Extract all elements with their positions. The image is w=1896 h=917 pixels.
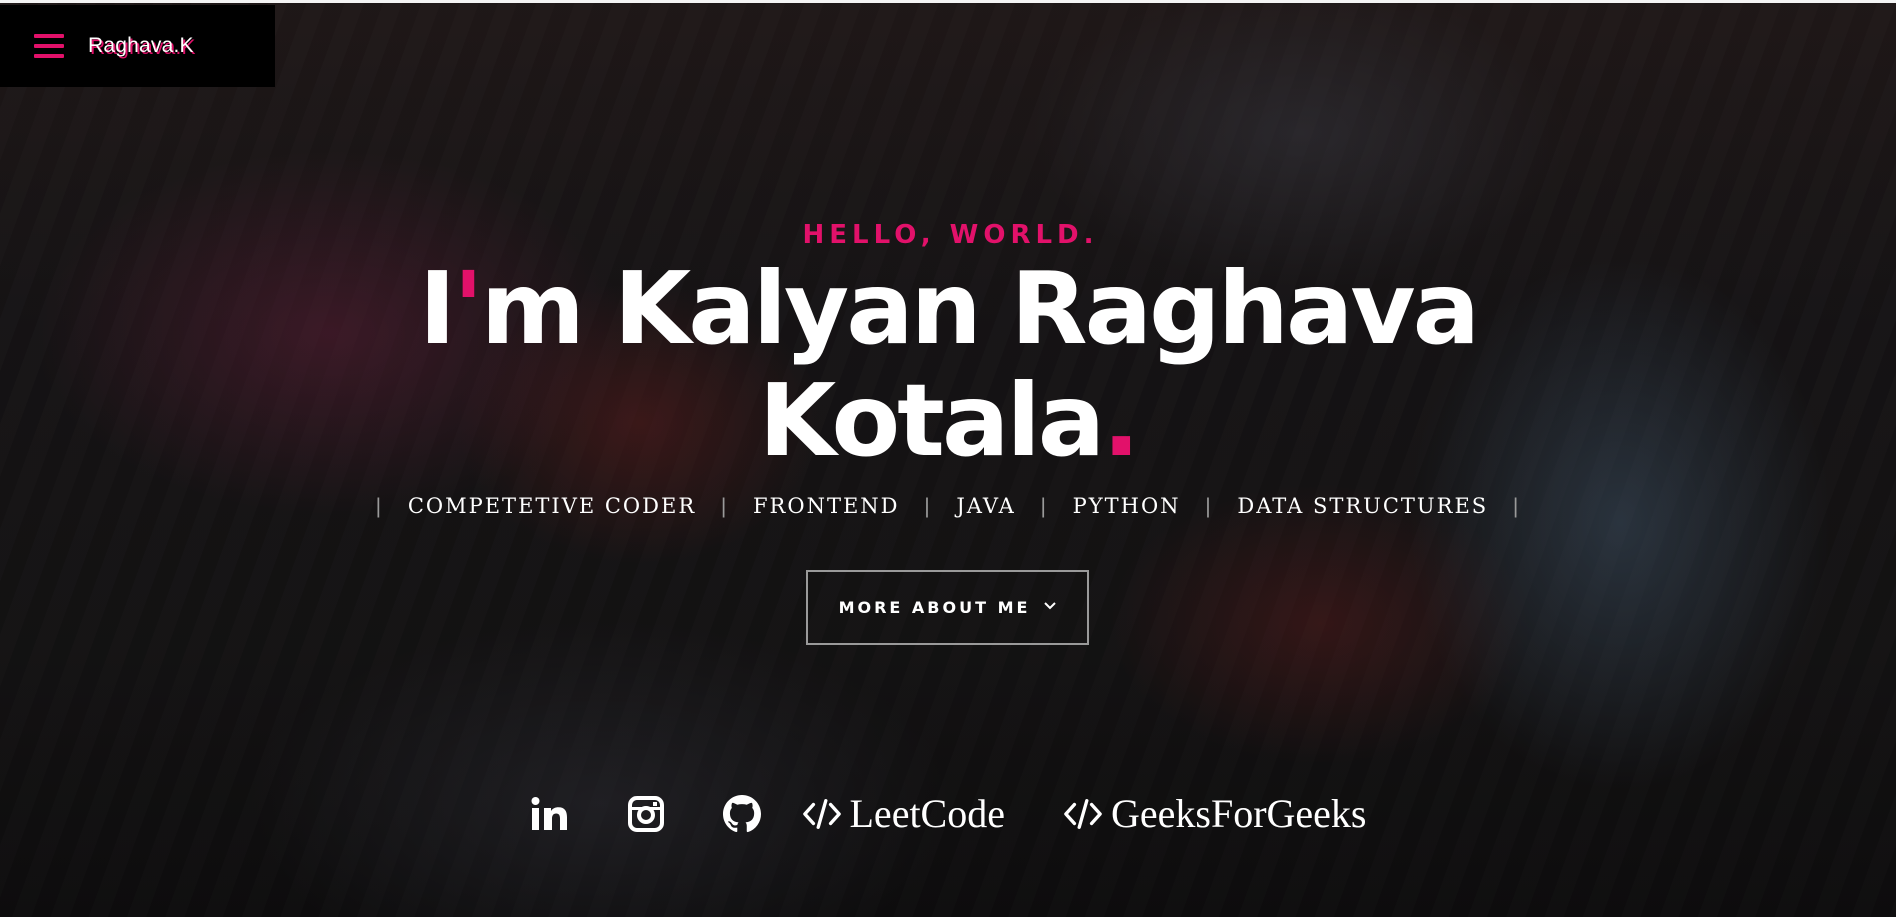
skill-item: JAVA — [956, 494, 1016, 518]
instagram-link[interactable] — [626, 794, 666, 834]
page: Raghava.K HELLO, WORLD. I'm Kalyan Ragha… — [0, 0, 1896, 917]
skill-separator: | — [1040, 495, 1048, 518]
skill-separator: | — [720, 495, 729, 518]
skill-separator: | — [375, 495, 384, 518]
hamburger-line — [34, 54, 64, 58]
github-link[interactable] — [722, 794, 762, 834]
skill-separator: | — [1205, 495, 1213, 518]
brand-name-link[interactable]: Raghava.K — [88, 34, 194, 58]
leetcode-label: LeetCode — [849, 791, 1006, 836]
hamburger-line — [34, 44, 64, 48]
skill-item: FRONTEND — [752, 494, 900, 518]
github-icon — [722, 794, 762, 834]
social-links: LeetCode GeeksForGeeks — [0, 788, 1896, 840]
hamburger-menu-icon[interactable] — [34, 34, 64, 58]
headline-line2: Kotala — [758, 362, 1105, 479]
instagram-icon — [626, 794, 666, 834]
code-icon — [802, 794, 842, 834]
skill-item: COMPETETIVE CODER — [407, 494, 697, 518]
more-about-me-label: MORE ABOUT ME — [838, 598, 1031, 617]
headline-line1-rest: m Kalyan Raghava — [480, 250, 1480, 367]
code-icon — [1063, 794, 1103, 834]
headline-apostrophe: ' — [453, 250, 484, 367]
linkedin-link[interactable] — [530, 794, 570, 834]
geeksforgeeks-link[interactable]: GeeksForGeeks — [1063, 794, 1367, 834]
hero-greeting: HELLO, WORLD. — [802, 220, 1099, 250]
hamburger-line — [34, 34, 64, 38]
chevron-down-icon — [1044, 598, 1057, 614]
linkedin-icon — [530, 794, 570, 834]
skill-item: DATA STRUCTURES — [1237, 494, 1489, 518]
geeksforgeeks-label: GeeksForGeeks — [1111, 791, 1367, 836]
hero-headline: I'm Kalyan Raghava Kotala. — [0, 253, 1896, 477]
headline-i: I — [418, 250, 456, 367]
skills-list: | COMPETETIVE CODER | FRONTEND | JAVA | … — [0, 494, 1896, 519]
headline-period: . — [1102, 362, 1140, 479]
header-brand-bar: Raghava.K — [0, 5, 275, 87]
skill-separator: | — [924, 495, 932, 518]
more-about-me-button[interactable]: MORE ABOUT ME — [806, 570, 1089, 645]
leetcode-link[interactable]: LeetCode — [802, 791, 1006, 836]
skill-item: PYTHON — [1072, 494, 1181, 518]
skill-separator: | — [1512, 495, 1521, 518]
